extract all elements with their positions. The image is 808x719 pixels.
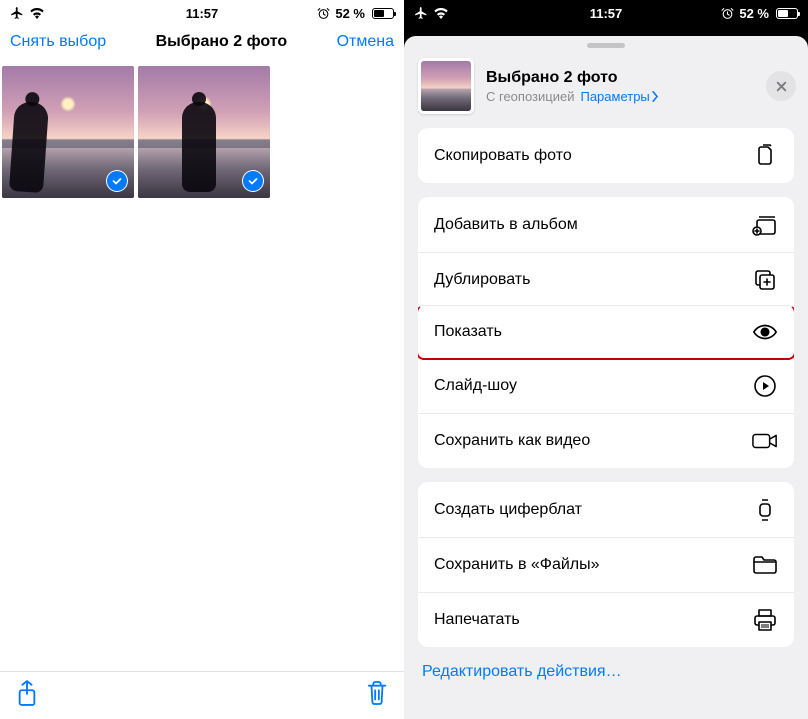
share-sheet-screen: 11:57 52 % Выбрано 2 фото С геопозицией xyxy=(404,0,808,719)
trash-button[interactable] xyxy=(366,680,388,711)
action-label: Дублировать xyxy=(434,271,530,289)
status-time: 11:57 xyxy=(590,6,623,21)
status-bar: 11:57 52 % xyxy=(404,0,808,22)
wifi-icon xyxy=(29,7,45,19)
page-title: Выбрано 2 фото xyxy=(156,33,288,51)
duplicate-icon xyxy=(752,267,778,293)
action-label: Сохранить в «Файлы» xyxy=(434,556,600,574)
cancel-button[interactable]: Отмена xyxy=(337,33,394,51)
photo-thumbnail[interactable] xyxy=(2,66,134,198)
status-bar: 11:57 52 % xyxy=(0,0,404,22)
status-time: 11:57 xyxy=(186,6,219,21)
action-label: Скопировать фото xyxy=(434,147,572,165)
deselect-button[interactable]: Снять выбор xyxy=(10,33,106,51)
action-label: Сохранить как видео xyxy=(434,432,590,450)
action-copy-photo[interactable]: Скопировать фото xyxy=(418,128,794,183)
battery-icon xyxy=(774,8,798,19)
action-save-to-files[interactable]: Сохранить в «Файлы» xyxy=(418,537,794,592)
nav-bar: Снять выбор Выбрано 2 фото Отмена xyxy=(0,22,404,62)
action-label: Создать циферблат xyxy=(434,501,582,519)
action-print[interactable]: Напечатать xyxy=(418,592,794,647)
wifi-icon xyxy=(433,7,449,19)
alarm-icon xyxy=(721,7,734,20)
sheet-thumbnail xyxy=(418,58,474,114)
action-create-watchface[interactable]: Создать циферблат xyxy=(418,482,794,537)
album-add-icon xyxy=(752,212,778,238)
action-show[interactable]: Показать xyxy=(418,305,794,360)
share-sheet: Выбрано 2 фото С геопозицией Параметры xyxy=(404,36,808,719)
eye-icon xyxy=(752,319,778,345)
play-circle-icon xyxy=(752,373,778,399)
action-add-to-album[interactable]: Добавить в альбом xyxy=(418,197,794,252)
airplane-icon xyxy=(414,6,428,20)
battery-percent: 52 % xyxy=(739,6,769,21)
watch-icon xyxy=(752,497,778,523)
action-duplicate[interactable]: Дублировать xyxy=(418,252,794,307)
battery-icon xyxy=(370,8,394,19)
alarm-icon xyxy=(317,7,330,20)
selected-check-icon xyxy=(242,170,264,192)
battery-percent: 52 % xyxy=(335,6,365,21)
selected-check-icon xyxy=(106,170,128,192)
photo-grid xyxy=(0,62,404,202)
sheet-options-button[interactable]: Параметры xyxy=(580,89,658,104)
share-button[interactable] xyxy=(16,679,38,712)
action-label: Показать xyxy=(434,323,502,341)
action-slideshow[interactable]: Слайд-шоу xyxy=(418,358,794,413)
action-label: Добавить в альбом xyxy=(434,216,578,234)
copy-icon xyxy=(752,143,778,169)
close-button[interactable] xyxy=(766,71,796,101)
action-label: Напечатать xyxy=(434,611,520,629)
video-icon xyxy=(752,428,778,454)
folder-icon xyxy=(752,552,778,578)
photos-selection-screen: 11:57 52 % Снять выбор Выбрано 2 фото От… xyxy=(0,0,404,719)
sheet-title: Выбрано 2 фото xyxy=(486,69,754,87)
edit-actions-button[interactable]: Редактировать действия… xyxy=(418,647,794,691)
sheet-header: Выбрано 2 фото С геопозицией Параметры xyxy=(404,48,808,128)
airplane-icon xyxy=(10,6,24,20)
photo-thumbnail[interactable] xyxy=(138,66,270,198)
sheet-subtitle: С геопозицией xyxy=(486,89,574,104)
printer-icon xyxy=(752,607,778,633)
bottom-toolbar xyxy=(0,671,404,719)
action-label: Слайд-шоу xyxy=(434,377,517,395)
action-save-as-video[interactable]: Сохранить как видео xyxy=(418,413,794,468)
